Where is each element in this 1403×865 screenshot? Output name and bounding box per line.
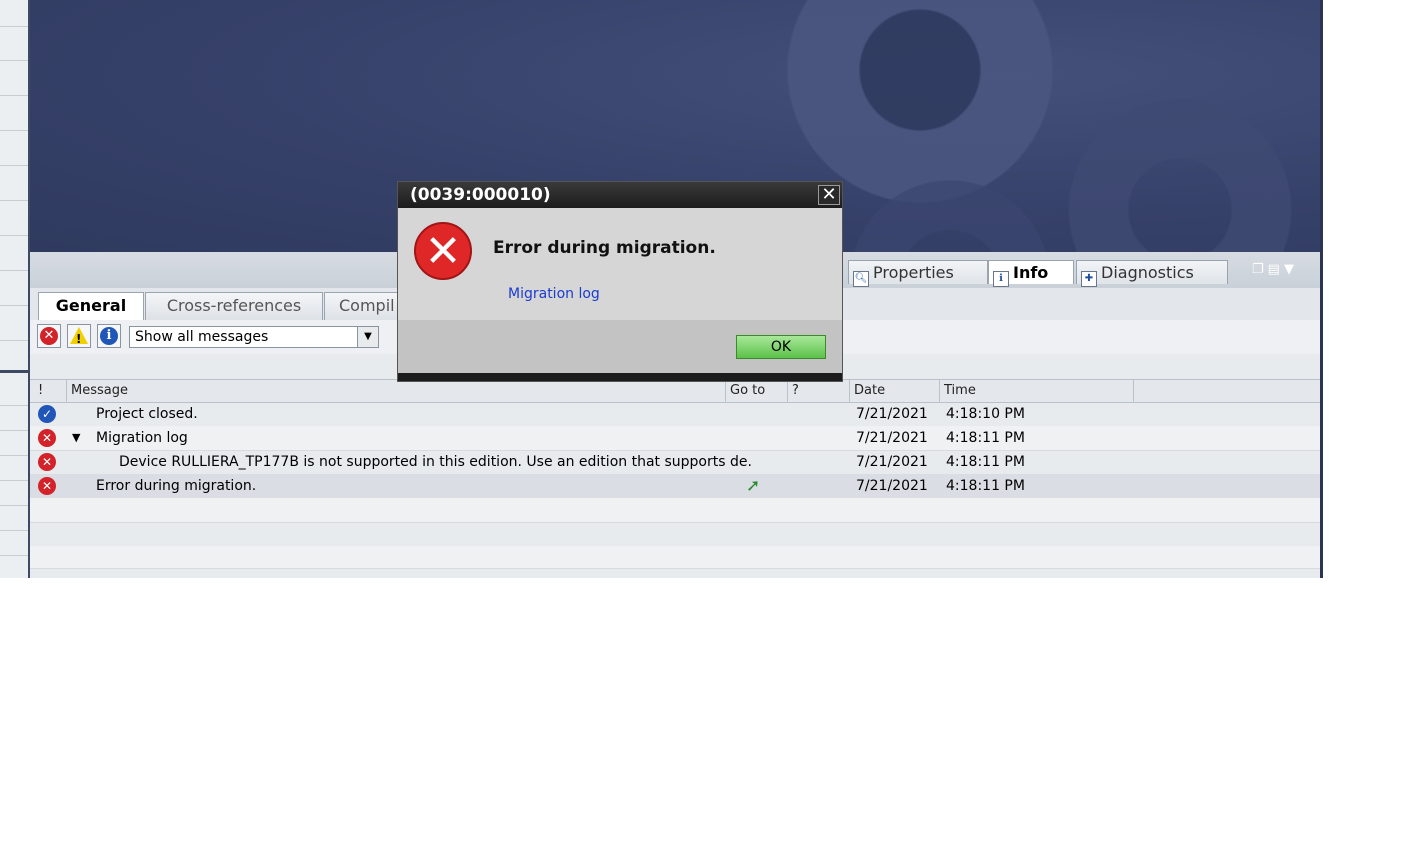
dialog-body: ✕ Error during migration. Migration log — [398, 208, 842, 320]
success-icon: ✓ — [38, 405, 56, 423]
show-info-button[interactable]: i — [97, 324, 121, 348]
tab-general[interactable]: General — [38, 292, 144, 321]
dialog-title: (0039:000010) — [398, 182, 842, 208]
row-message: Project closed. — [96, 406, 198, 422]
panel-window-controls[interactable]: ❐▤▼ — [1252, 262, 1312, 280]
filter-value: Show all messages — [135, 329, 269, 345]
row-date: 7/21/2021 — [856, 430, 928, 446]
row-time: 4:18:11 PM — [946, 430, 1025, 446]
column-goto[interactable]: Go to — [726, 380, 788, 402]
table-row[interactable]: ✕ ▼ Migration log 7/21/2021 4:18:11 PM — [30, 426, 1320, 451]
layout-icon[interactable]: ▤ — [1268, 262, 1284, 277]
error-icon: ✕ — [414, 222, 472, 280]
row-date: 7/21/2021 — [856, 478, 928, 494]
dropdown-arrow-icon[interactable]: ▼ — [357, 327, 378, 347]
goto-arrow-icon[interactable]: ➚ — [746, 474, 760, 498]
magnifier-icon: 🔍︎ — [853, 271, 869, 287]
row-date: 7/21/2021 — [856, 454, 928, 470]
empty-row — [30, 522, 1320, 547]
show-warnings-button[interactable]: ! — [67, 324, 91, 348]
tab-info-label: Info — [1013, 263, 1049, 282]
show-errors-button[interactable]: ✕ — [37, 324, 61, 348]
column-status[interactable]: ! — [34, 380, 67, 402]
tab-properties[interactable]: 🔍︎ Properties — [848, 260, 988, 287]
ok-button[interactable]: OK — [736, 335, 826, 359]
message-grid-header: ! Message Go to ? Date Time — [30, 379, 1320, 403]
error-icon: ✕ — [38, 429, 56, 447]
close-icon[interactable]: ✕ — [818, 185, 840, 205]
tab-info[interactable]: ℹ︎ Info — [988, 260, 1074, 287]
restore-icon[interactable]: ❐ — [1252, 262, 1268, 277]
tab-diagnostics[interactable]: ✚ Diagnostics — [1076, 260, 1228, 287]
row-time: 4:18:11 PM — [946, 478, 1025, 494]
error-icon: ✕ — [38, 477, 56, 495]
tab-properties-label: Properties — [873, 263, 954, 282]
tab-diagnostics-label: Diagnostics — [1101, 263, 1194, 282]
empty-row — [30, 546, 1320, 569]
error-icon: ✕ — [40, 327, 58, 345]
tab-cross-references[interactable]: Cross-references — [145, 292, 323, 320]
table-row[interactable]: ✕ Device RULLIERA_TP177B is not supporte… — [30, 450, 1320, 475]
row-time: 4:18:11 PM — [946, 454, 1025, 470]
row-message: Error during migration. — [96, 478, 257, 494]
column-date[interactable]: Date — [850, 380, 940, 402]
dialog-bottom-border — [398, 373, 842, 381]
empty-row — [30, 498, 1320, 523]
table-row[interactable]: ✓ Project closed. 7/21/2021 4:18:10 PM — [30, 402, 1320, 427]
migration-log-link[interactable]: Migration log — [508, 286, 600, 302]
info-icon: i — [100, 327, 118, 345]
info-list-icon: ℹ︎ — [993, 271, 1009, 287]
message-filter-select[interactable]: Show all messages ▼ — [129, 326, 379, 348]
warning-icon: ! — [70, 327, 88, 346]
column-message[interactable]: Message — [67, 380, 726, 402]
gear-graphic — [1060, 90, 1300, 252]
row-time: 4:18:10 PM — [946, 406, 1025, 422]
diagnostics-icon: ✚ — [1081, 271, 1097, 287]
dialog-footer: OK — [398, 320, 842, 373]
window-right-border — [1320, 0, 1323, 578]
error-icon: ✕ — [38, 453, 56, 471]
table-row[interactable]: ✕ Error during migration. ➚ 7/21/2021 4:… — [30, 474, 1320, 499]
column-time[interactable]: Time — [940, 380, 1134, 402]
row-message: Device RULLIERA_TP177B is not supported … — [119, 454, 752, 470]
tab-compile[interactable]: Compil — [324, 292, 404, 320]
row-message: Migration log — [96, 430, 188, 446]
row-date: 7/21/2021 — [856, 406, 928, 422]
dialog-message: Error during migration. — [493, 238, 716, 258]
left-project-tree-strip — [0, 0, 30, 578]
caret-down-icon[interactable]: ▼ — [72, 426, 80, 450]
error-dialog: (0039:000010) ✕ ✕ Error during migration… — [397, 181, 843, 382]
chevron-down-icon[interactable]: ▼ — [1284, 262, 1298, 277]
column-help[interactable]: ? — [788, 380, 850, 402]
